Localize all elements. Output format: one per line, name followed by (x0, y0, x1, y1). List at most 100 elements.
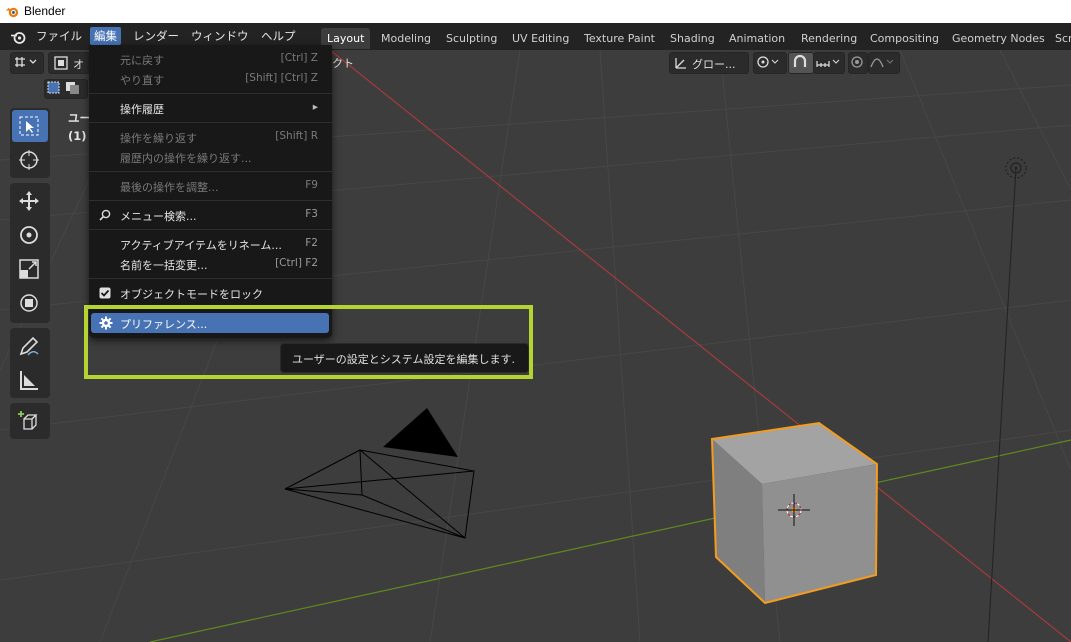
tab-geometry-nodes[interactable]: Geometry Nodes (946, 28, 1051, 49)
menu-separator (89, 229, 332, 230)
tab-rendering[interactable]: Rendering (795, 28, 863, 49)
select-box-icon (19, 116, 39, 136)
scale-icon (19, 259, 39, 279)
tool-add-cube[interactable] (12, 405, 48, 437)
orientation-label: グロー... (692, 58, 736, 71)
tool-rotate[interactable] (12, 219, 48, 251)
search-icon (99, 209, 111, 221)
add-cube-icon (18, 411, 38, 430)
rotate-icon (20, 226, 38, 244)
menu-separator (89, 122, 332, 123)
menu-search-label: メニュー検索... (120, 210, 197, 223)
menu-help[interactable]: ヘルプ (257, 27, 300, 45)
submenu-arrow-icon: ▸ (312, 101, 318, 113)
menu-item-batch-rename[interactable]: 名前を一括変更... [Ctrl] F2 (89, 254, 332, 274)
orientation-dropdown[interactable]: グロー... (669, 52, 749, 74)
orientation-icon (675, 58, 686, 69)
menu-item-repeat-last[interactable]: 操作を繰り返す [Shift] R (89, 127, 332, 147)
tool-group-annotate (10, 328, 50, 398)
tool-group-add (10, 403, 50, 439)
move-icon (19, 191, 39, 211)
rename-active-shortcut: F2 (305, 237, 318, 249)
tool-annotate[interactable] (12, 330, 48, 362)
tab-modeling[interactable]: Modeling (375, 28, 437, 49)
edit-menu-dropdown: 元に戻す [Ctrl] Z やり直す [Shift] [Ctrl] Z 操作履歴… (89, 45, 332, 338)
tool-transform[interactable] (12, 287, 48, 319)
y-axis-line (149, 439, 1071, 642)
menu-separator (89, 93, 332, 94)
tool-select-box[interactable] (12, 110, 48, 142)
proportional-edit-toggle[interactable] (848, 52, 868, 74)
tool-cursor[interactable] (12, 144, 48, 176)
measure-icon (20, 371, 38, 390)
snap-target-dropdown[interactable] (813, 52, 845, 74)
cursor-icon (19, 150, 39, 170)
mode-dropdown[interactable]: オ (48, 52, 90, 74)
tool-group-select (10, 108, 50, 178)
tool-move[interactable] (12, 185, 48, 217)
tool-measure[interactable] (12, 364, 48, 396)
menu-item-menu-search[interactable]: メニュー検索... F3 (89, 205, 332, 225)
view-name-label: ユー (68, 111, 91, 125)
pivot-icon (757, 56, 779, 68)
pencil-icon (19, 336, 39, 356)
menu-render[interactable]: レンダー (129, 27, 183, 45)
undo-label: 元に戻す (120, 54, 164, 67)
menu-item-repeat-history[interactable]: 履歴内の操作を繰り返す... (89, 147, 332, 167)
repeat-last-label: 操作を繰り返す (120, 132, 197, 145)
editor-type-button[interactable] (10, 52, 44, 74)
tab-animation[interactable]: Animation (723, 28, 791, 49)
undo-history-label: 操作履歴 (120, 103, 164, 116)
tool-scale[interactable] (12, 253, 48, 285)
redo-shortcut: [Shift] [Ctrl] Z (245, 72, 318, 84)
menu-item-lock-object-modes[interactable]: オブジェクトモードをロック (89, 283, 332, 303)
select-mode-buttons[interactable] (44, 79, 88, 99)
menu-item-redo[interactable]: やり直す [Shift] [Ctrl] Z (89, 69, 332, 89)
editor-type-icon (15, 57, 37, 67)
repeat-history-label: 履歴内の操作を繰り返す... (120, 152, 252, 165)
transform-icon (20, 294, 38, 312)
tab-scripting[interactable]: Scri (1049, 28, 1071, 49)
tab-shading[interactable]: Shading (664, 28, 721, 49)
falloff-dropdown[interactable] (868, 52, 900, 74)
menu-item-undo[interactable]: 元に戻す [Ctrl] Z (89, 49, 332, 69)
object-menu-label[interactable]: クト (332, 55, 354, 71)
menu-separator (89, 278, 332, 279)
repeat-last-shortcut: [Shift] R (275, 130, 318, 142)
mode-label: オ (73, 58, 84, 71)
proportional-edit-icon (851, 56, 863, 68)
menu-separator (89, 171, 332, 172)
menu-edit[interactable]: 編集 (90, 27, 121, 45)
menu-item-undo-history[interactable]: 操作履歴 ▸ (89, 98, 332, 118)
menu-separator (89, 200, 332, 201)
redo-label: やり直す (120, 74, 164, 87)
tab-uv-editing[interactable]: UV Editing (506, 28, 575, 49)
batch-rename-shortcut: [Ctrl] F2 (275, 257, 318, 269)
select-mode-icon (47, 81, 79, 94)
annotation-highlight-box (84, 305, 533, 379)
falloff-icon (870, 58, 894, 68)
tab-sculpting[interactable]: Sculpting (440, 28, 503, 49)
undo-shortcut: [Ctrl] Z (280, 52, 318, 64)
blender-menu-icon[interactable] (10, 29, 26, 45)
magnet-icon (793, 54, 807, 67)
lock-object-modes-label: オブジェクトモードをロック (120, 288, 263, 301)
batch-rename-label: 名前を一括変更... (120, 259, 208, 272)
rename-active-label: アクティブアイテムをリネーム... (120, 239, 282, 252)
tab-compositing[interactable]: Compositing (864, 28, 945, 49)
adjust-last-shortcut: F9 (305, 179, 318, 191)
menu-item-rename-active[interactable]: アクティブアイテムをリネーム... F2 (89, 234, 332, 254)
adjust-last-label: 最後の操作を調整... (120, 181, 219, 194)
pivot-dropdown[interactable] (753, 52, 787, 74)
snap-increment-icon (816, 59, 840, 67)
window-title: Blender (24, 4, 66, 18)
blender-logo-icon (5, 7, 19, 18)
menu-item-adjust-last[interactable]: 最後の操作を調整... F9 (89, 176, 332, 196)
checkbox-checked-icon[interactable] (99, 287, 111, 299)
snap-toggle[interactable] (788, 52, 814, 74)
window-titlebar: Blender (0, 0, 1071, 23)
tool-group-transform (10, 183, 50, 323)
menu-file[interactable]: ファイル (32, 27, 86, 45)
tab-texture-paint[interactable]: Texture Paint (578, 28, 661, 49)
menu-window[interactable]: ウィンドウ (187, 27, 253, 45)
